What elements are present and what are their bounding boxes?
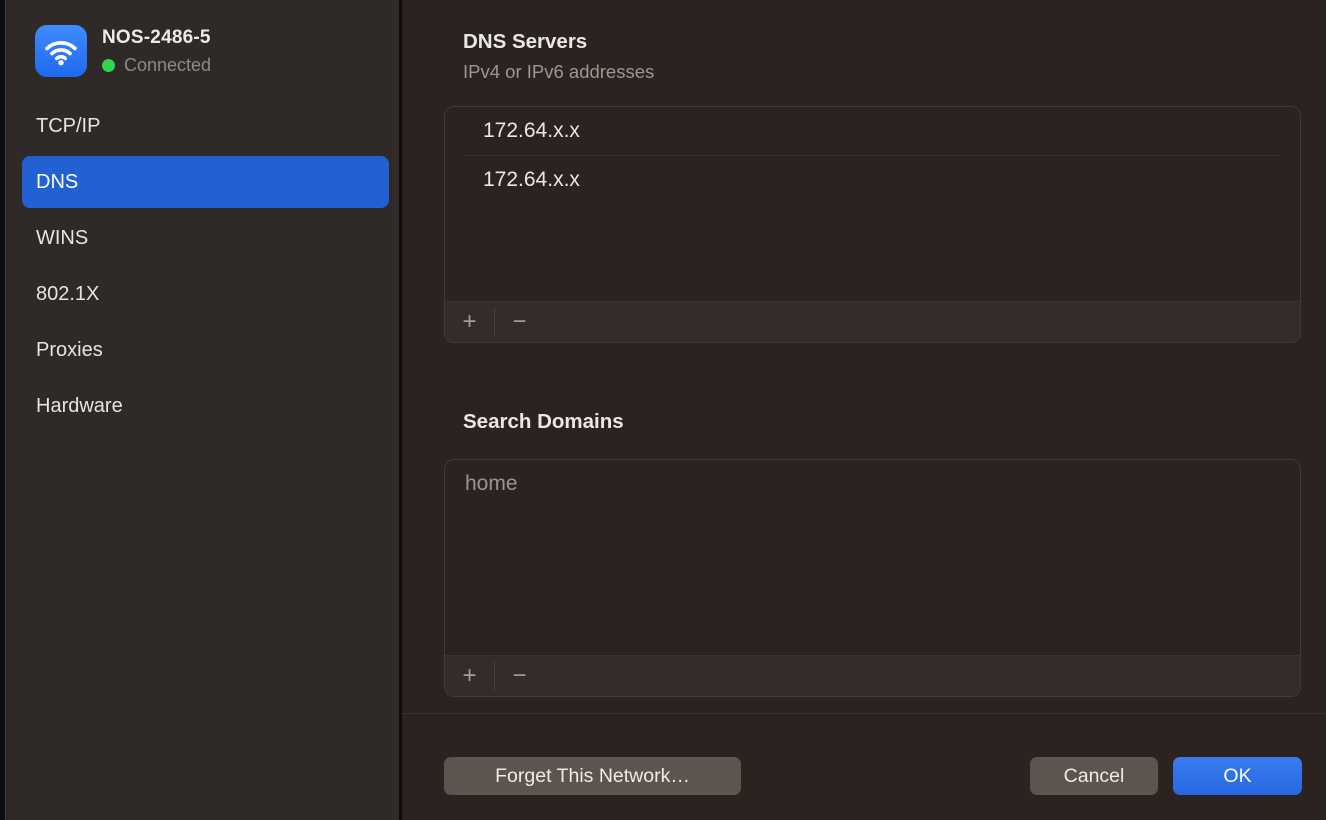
dns-servers-list: 172.64.x.x 172.64.x.x + −	[444, 106, 1301, 343]
dns-server-value: 172.64.x.x	[483, 168, 580, 192]
sidebar-item-label: DNS	[36, 171, 78, 194]
sidebar-item-label: Hardware	[36, 395, 123, 418]
dns-servers-subtitle: IPv4 or IPv6 addresses	[463, 61, 654, 83]
add-dns-server-button[interactable]: +	[445, 302, 494, 342]
sidebar-item-8021x[interactable]: 802.1X	[22, 268, 389, 320]
connected-status-dot-icon	[102, 59, 115, 72]
search-domains-rows: home	[445, 460, 1300, 655]
network-name: NOS-2486-5	[102, 27, 211, 49]
sidebar-item-dns[interactable]: DNS	[22, 156, 389, 208]
add-search-domain-button[interactable]: +	[445, 656, 494, 696]
sidebar-item-proxies[interactable]: Proxies	[22, 324, 389, 376]
wifi-icon	[35, 25, 87, 77]
sidebar: NOS-2486-5 Connected TCP/IP DNS WINS 802…	[7, 0, 399, 820]
dns-server-entry[interactable]: 172.64.x.x	[445, 156, 1300, 204]
sidebar-item-hardware[interactable]: Hardware	[22, 380, 389, 432]
footer-divider	[402, 713, 1326, 714]
sidebar-nav: TCP/IP DNS WINS 802.1X Proxies Hardware	[22, 100, 389, 436]
dns-servers-title: DNS Servers	[463, 30, 587, 54]
dns-server-entry[interactable]: 172.64.x.x	[445, 107, 1300, 155]
window-edge	[0, 0, 6, 820]
sidebar-item-label: 802.1X	[36, 283, 99, 306]
search-domain-value: home	[465, 472, 518, 496]
main-pane: DNS Servers IPv4 or IPv6 addresses 172.6…	[402, 0, 1326, 820]
sidebar-item-tcpip[interactable]: TCP/IP	[22, 100, 389, 152]
sidebar-item-label: WINS	[36, 227, 88, 250]
forget-this-network-button[interactable]: Forget This Network…	[444, 757, 741, 795]
network-header: NOS-2486-5 Connected	[35, 25, 211, 77]
sidebar-item-label: Proxies	[36, 339, 103, 362]
sidebar-item-label: TCP/IP	[36, 115, 100, 138]
search-domains-title: Search Domains	[463, 410, 624, 434]
search-domain-entry[interactable]: home	[445, 460, 1300, 508]
ok-button[interactable]: OK	[1173, 757, 1302, 795]
sidebar-item-wins[interactable]: WINS	[22, 212, 389, 264]
search-domains-list: home + −	[444, 459, 1301, 697]
cancel-button[interactable]: Cancel	[1030, 757, 1158, 795]
dns-servers-rows: 172.64.x.x 172.64.x.x	[445, 107, 1300, 301]
network-status: Connected	[124, 55, 211, 76]
remove-search-domain-button[interactable]: −	[495, 656, 544, 696]
search-domains-toolbar: + −	[445, 655, 1300, 696]
dns-server-value: 172.64.x.x	[483, 119, 580, 143]
dns-servers-toolbar: + −	[445, 301, 1300, 342]
remove-dns-server-button[interactable]: −	[495, 302, 544, 342]
